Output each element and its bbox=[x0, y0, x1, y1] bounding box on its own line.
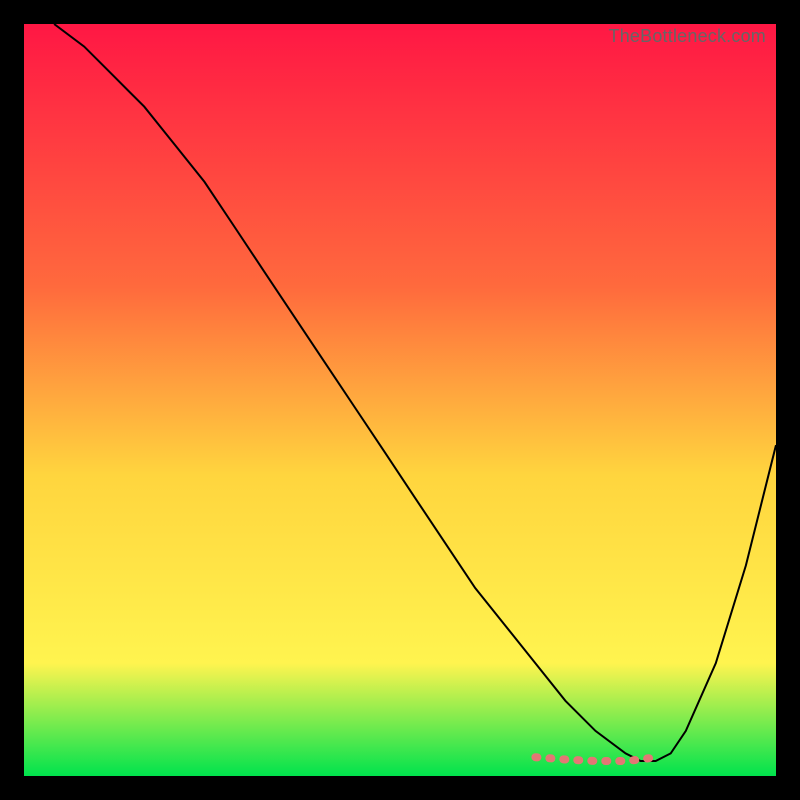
watermark-text: TheBottleneck.com bbox=[609, 26, 766, 47]
gradient-background bbox=[24, 24, 776, 776]
chart-frame: TheBottleneck.com bbox=[24, 24, 776, 776]
highlight-band bbox=[535, 757, 655, 761]
bottleneck-chart bbox=[24, 24, 776, 776]
